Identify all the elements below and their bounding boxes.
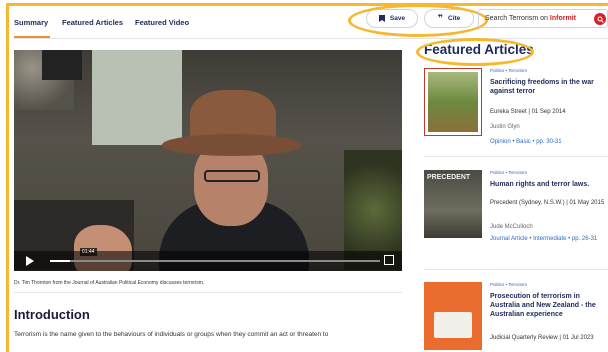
video-player[interactable]: 01:44 <box>14 50 402 271</box>
article-card[interactable]: PRECEDENT Politics • Terrorism Human rig… <box>424 170 608 270</box>
article-title[interactable]: Prosecution of terrorism in Australia an… <box>490 293 608 319</box>
tab-featured-articles[interactable]: Featured Articles <box>62 18 123 27</box>
speaker-hat-brim <box>162 134 302 156</box>
play-icon[interactable] <box>26 256 34 266</box>
intro-text: Terrorism is the name given to the behav… <box>14 331 329 338</box>
article-type: Journal Article • Intermediate • pp. 26-… <box>490 236 598 242</box>
informit-brand: Informit <box>549 15 576 22</box>
article-source: Eureka Street | 01 Sep 2014 <box>490 109 566 115</box>
video-time: 01:44 <box>80 248 97 256</box>
article-category[interactable]: Politics • Terrorism <box>490 170 527 175</box>
article-category[interactable]: Politics • Terrorism <box>490 282 527 287</box>
article-category[interactable]: Politics • Terrorism <box>490 68 527 73</box>
video-progress-fill <box>50 260 70 262</box>
thumbnail-label: PRECEDENT <box>427 174 471 181</box>
article-card[interactable]: Politics • Terrorism Sacrificing freedom… <box>424 68 608 158</box>
article-source: Precedent (Sydney, N.S.W.) | 01 May 2015 <box>490 200 605 206</box>
video-controls: 01:44 <box>14 248 402 271</box>
intro-heading: Introduction <box>14 307 90 322</box>
speaker-glasses <box>204 170 260 182</box>
search-prefix: Search Terrorism on <box>485 15 548 22</box>
article-author[interactable]: Justin Glyn <box>490 124 520 130</box>
article-thumbnail[interactable] <box>424 68 482 136</box>
video-window <box>92 50 182 145</box>
article-type: Opinion • Basic • pp. 30-31 <box>490 139 562 145</box>
article-thumbnail[interactable] <box>424 282 482 350</box>
nav-divider <box>14 38 608 39</box>
article-card[interactable]: Politics • Terrorism Prosecution of terr… <box>424 282 608 352</box>
article-title[interactable]: Human rights and terror laws. <box>490 181 608 190</box>
article-title[interactable]: Sacrificing freedoms in the war against … <box>490 79 608 97</box>
video-wall-art <box>42 50 82 80</box>
search-button[interactable] <box>594 13 606 25</box>
tab-featured-video[interactable]: Featured Video <box>135 18 189 27</box>
article-divider <box>424 156 608 157</box>
search-icon <box>597 16 604 23</box>
tab-summary[interactable]: Summary <box>14 18 48 27</box>
article-author[interactable]: Jude McCulloch <box>490 224 533 230</box>
fullscreen-icon[interactable] <box>384 255 394 265</box>
article-thumbnail[interactable]: PRECEDENT <box>424 170 482 238</box>
featured-heading-highlight <box>416 38 534 66</box>
search-input[interactable]: Search Terrorism on Informit <box>478 9 608 28</box>
article-divider <box>424 269 608 270</box>
save-cite-highlight <box>348 4 488 37</box>
video-caption: Dr. Tim Thornton from the Journal of Aus… <box>14 280 205 286</box>
article-source: Judicial Quarterly Review | 01 Jul 2023 <box>490 335 594 341</box>
content-divider <box>14 292 402 293</box>
video-progress-bar[interactable]: 01:44 <box>50 248 380 262</box>
